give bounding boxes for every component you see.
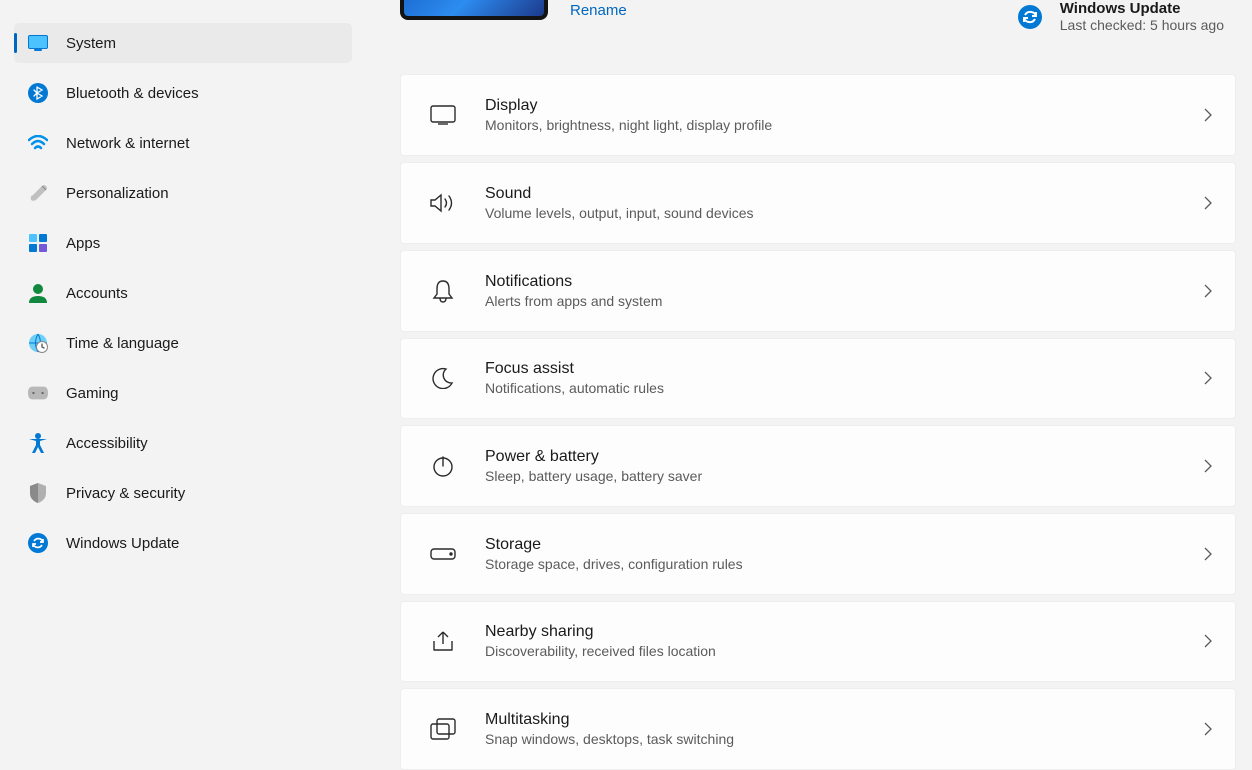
- chevron-right-icon: [1203, 283, 1213, 299]
- sidebar-item-gaming[interactable]: Gaming: [14, 373, 352, 413]
- sidebar-item-label: Network & internet: [66, 135, 189, 152]
- device-preview: Rename: [400, 0, 627, 20]
- update-title: Windows Update: [1060, 0, 1224, 17]
- sidebar: System Bluetooth & devices Network & int…: [0, 0, 360, 770]
- device-thumbnail: [400, 0, 548, 20]
- chevron-right-icon: [1203, 107, 1213, 123]
- card-title: Power & battery: [485, 448, 1175, 466]
- sidebar-item-bluetooth[interactable]: Bluetooth & devices: [14, 73, 352, 113]
- chevron-right-icon: [1203, 195, 1213, 211]
- drive-icon: [429, 540, 457, 568]
- sidebar-item-privacy[interactable]: Privacy & security: [14, 473, 352, 513]
- bluetooth-icon: [28, 83, 48, 103]
- shield-icon: [28, 483, 48, 503]
- sidebar-item-label: Windows Update: [66, 535, 179, 552]
- card-title: Nearby sharing: [485, 623, 1175, 641]
- card-subtitle: Discoverability, received files location: [485, 643, 1175, 659]
- card-subtitle: Alerts from apps and system: [485, 293, 1175, 309]
- card-subtitle: Monitors, brightness, night light, displ…: [485, 117, 1175, 133]
- card-display[interactable]: Display Monitors, brightness, night ligh…: [400, 74, 1236, 156]
- sidebar-item-apps[interactable]: Apps: [14, 223, 352, 263]
- speaker-icon: [429, 189, 457, 217]
- windows-update-status[interactable]: Windows Update Last checked: 5 hours ago: [1018, 0, 1224, 33]
- chevron-right-icon: [1203, 458, 1213, 474]
- card-subtitle: Volume levels, output, input, sound devi…: [485, 205, 1175, 221]
- rename-link[interactable]: Rename: [570, 2, 627, 19]
- sidebar-item-personalization[interactable]: Personalization: [14, 173, 352, 213]
- sidebar-item-accessibility[interactable]: Accessibility: [14, 423, 352, 463]
- sidebar-item-accounts[interactable]: Accounts: [14, 273, 352, 313]
- card-subtitle: Snap windows, desktops, task switching: [485, 731, 1175, 747]
- sidebar-item-label: Accessibility: [66, 435, 148, 452]
- card-title: Storage: [485, 536, 1175, 554]
- sidebar-item-label: Gaming: [66, 385, 119, 402]
- sidebar-item-system[interactable]: System: [14, 23, 352, 63]
- card-title: Multitasking: [485, 711, 1175, 729]
- sidebar-item-windows-update[interactable]: Windows Update: [14, 523, 352, 563]
- card-sound[interactable]: Sound Volume levels, output, input, soun…: [400, 162, 1236, 244]
- card-subtitle: Notifications, automatic rules: [485, 380, 1175, 396]
- bell-icon: [429, 277, 457, 305]
- card-subtitle: Storage space, drives, configuration rul…: [485, 556, 1175, 572]
- card-title: Display: [485, 97, 1175, 115]
- moon-icon: [429, 364, 457, 392]
- sidebar-item-label: Bluetooth & devices: [66, 85, 199, 102]
- accessibility-icon: [28, 433, 48, 453]
- sidebar-item-label: System: [66, 35, 116, 52]
- card-nearby-sharing[interactable]: Nearby sharing Discoverability, received…: [400, 601, 1236, 683]
- card-notifications[interactable]: Notifications Alerts from apps and syste…: [400, 250, 1236, 332]
- card-storage[interactable]: Storage Storage space, drives, configura…: [400, 513, 1236, 595]
- card-title: Focus assist: [485, 360, 1175, 378]
- sidebar-item-label: Time & language: [66, 335, 179, 352]
- card-focus-assist[interactable]: Focus assist Notifications, automatic ru…: [400, 338, 1236, 420]
- header-row: Rename Windows Update Last checked: 5 ho…: [400, 0, 1244, 58]
- person-icon: [28, 283, 48, 303]
- monitor-icon: [28, 33, 48, 53]
- globe-clock-icon: [28, 333, 48, 353]
- sidebar-item-time-language[interactable]: Time & language: [14, 323, 352, 363]
- share-icon: [429, 627, 457, 655]
- multitask-icon: [429, 715, 457, 743]
- settings-cards-list: Display Monitors, brightness, night ligh…: [400, 74, 1244, 770]
- apps-icon: [28, 233, 48, 253]
- main-content: Rename Windows Update Last checked: 5 ho…: [360, 0, 1252, 770]
- wifi-icon: [28, 133, 48, 153]
- brush-icon: [28, 183, 48, 203]
- card-subtitle: Sleep, battery usage, battery saver: [485, 468, 1175, 484]
- sidebar-item-label: Personalization: [66, 185, 169, 202]
- gamepad-icon: [28, 383, 48, 403]
- chevron-right-icon: [1203, 721, 1213, 737]
- update-subtitle: Last checked: 5 hours ago: [1060, 17, 1224, 33]
- sidebar-item-label: Privacy & security: [66, 485, 185, 502]
- card-power-battery[interactable]: Power & battery Sleep, battery usage, ba…: [400, 425, 1236, 507]
- chevron-right-icon: [1203, 633, 1213, 649]
- card-multitasking[interactable]: Multitasking Snap windows, desktops, tas…: [400, 688, 1236, 770]
- display-icon: [429, 101, 457, 129]
- sidebar-item-label: Apps: [66, 235, 100, 252]
- chevron-right-icon: [1203, 546, 1213, 562]
- sidebar-item-label: Accounts: [66, 285, 128, 302]
- card-title: Sound: [485, 185, 1175, 203]
- card-title: Notifications: [485, 273, 1175, 291]
- sync-icon: [28, 533, 48, 553]
- chevron-right-icon: [1203, 370, 1213, 386]
- sync-circle-icon: [1018, 5, 1042, 29]
- power-icon: [429, 452, 457, 480]
- sidebar-item-network[interactable]: Network & internet: [14, 123, 352, 163]
